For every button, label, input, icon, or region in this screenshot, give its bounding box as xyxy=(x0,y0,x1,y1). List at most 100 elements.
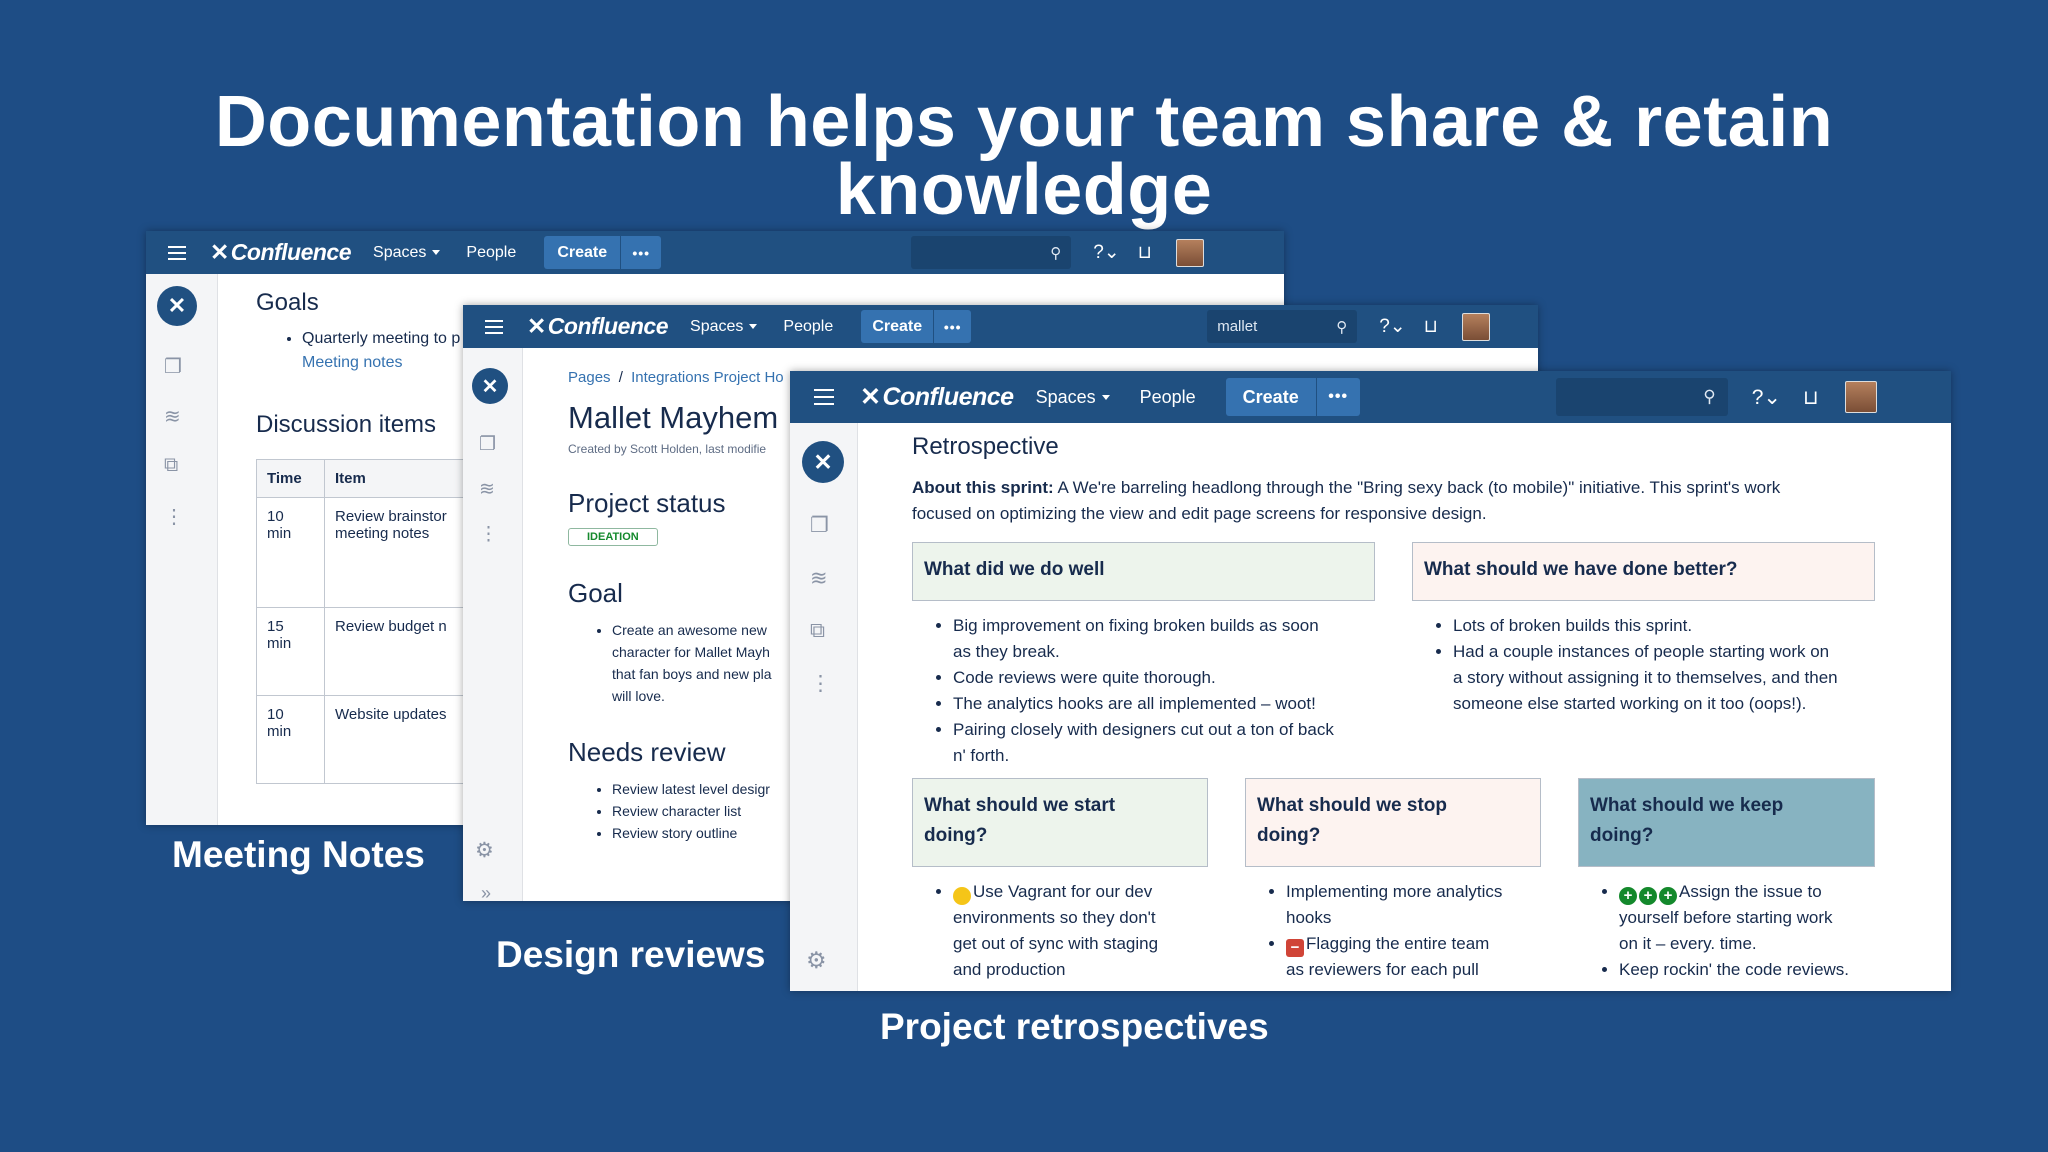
spaces-menu[interactable]: Spaces xyxy=(690,318,758,336)
chevron-down-icon xyxy=(749,324,758,329)
top-navbar: ✕ Confluence Spaces People Create ••• ⚲ ?… xyxy=(146,231,1284,274)
notifications-icon[interactable]: ⊔ xyxy=(1138,242,1152,263)
retrospective-window: ✕ Confluence Spaces People Create ••• ⚲ ?… xyxy=(790,371,1951,991)
people-link[interactable]: People xyxy=(466,244,516,262)
list-item: The analytics hooks are all implemented … xyxy=(953,691,1365,717)
list-item: Keep rockin' the code reviews. xyxy=(1619,957,1891,983)
pages-icon[interactable]: ❐ xyxy=(164,354,182,379)
list-item: Lots of broken builds this sprint. xyxy=(1453,613,1875,639)
create-button[interactable]: Create xyxy=(861,310,934,343)
about-sprint: About this sprint: A We're barreling hea… xyxy=(912,478,1781,523)
confluence-x-icon: ✕ xyxy=(860,383,881,411)
sidebar: ✕ ❐ ≋ ⧉ ⋮ ⚙ » xyxy=(790,423,858,991)
tree-icon[interactable]: ⋮ xyxy=(479,523,498,546)
slide-title-line2: knowledge xyxy=(835,150,1213,230)
page-title: Retrospective xyxy=(912,433,1059,460)
sidebar: ✕ ❐ ≋ ⋮ ⚙ » xyxy=(463,348,523,901)
space-logo-icon[interactable]: ✕ xyxy=(157,286,197,326)
breadcrumb-parent[interactable]: Integrations Project Ho xyxy=(631,369,784,386)
chevron-down-icon xyxy=(1101,394,1110,400)
confluence-logo[interactable]: ✕ Confluence xyxy=(860,382,1014,412)
table-header-item: Item xyxy=(324,459,485,498)
space-logo-icon[interactable]: ✕ xyxy=(802,441,844,483)
help-icon[interactable]: ?⌄ xyxy=(1093,241,1120,264)
discussion-table: Time Item 10 min Review brainstor meeting … xyxy=(256,459,485,784)
confluence-x-icon: ✕ xyxy=(527,313,546,339)
notifications-icon[interactable]: ⊔ xyxy=(1424,316,1438,337)
confluence-logo[interactable]: ✕ Confluence xyxy=(210,239,352,266)
blog-icon[interactable]: ≋ xyxy=(810,566,828,591)
settings-icon[interactable]: ⚙ xyxy=(475,838,494,863)
stop-doing-list: Implementing more analyticshooks −Flaggi… xyxy=(1268,879,1538,983)
help-icon[interactable]: ?⌄ xyxy=(1752,385,1781,410)
caption-project-retrospectives: Project retrospectives xyxy=(880,1006,1269,1047)
blog-icon[interactable]: ≋ xyxy=(479,478,495,501)
more-button[interactable]: ••• xyxy=(933,310,972,343)
confluence-logo[interactable]: ✕ Confluence xyxy=(527,313,669,340)
avatar[interactable] xyxy=(1844,381,1877,413)
menu-icon[interactable] xyxy=(168,245,186,260)
spaces-menu[interactable]: Spaces xyxy=(1036,387,1110,408)
pages-icon[interactable]: ❐ xyxy=(810,513,829,538)
plus-icon: + xyxy=(1619,887,1637,905)
list-item: Code reviews were quite thorough. xyxy=(953,665,1365,691)
stop-doing-panel: What should we stop doing? xyxy=(1245,778,1541,867)
blog-icon[interactable]: ≋ xyxy=(164,404,181,429)
done-better-panel: What should we have done better? xyxy=(1412,542,1875,601)
plus-icon: + xyxy=(1639,887,1657,905)
avatar[interactable] xyxy=(1461,312,1490,341)
pages-icon[interactable]: ❐ xyxy=(479,433,496,456)
breadcrumb-pages[interactable]: Pages xyxy=(568,369,611,386)
done-better-list: Lots of broken builds this sprint. Had a… xyxy=(1435,613,1875,717)
more-button[interactable]: ••• xyxy=(620,236,662,269)
caption-meeting-notes: Meeting Notes xyxy=(172,834,425,875)
keep-doing-panel: What should we keep doing? xyxy=(1578,778,1875,867)
start-doing-panel: What should we start doing? xyxy=(912,778,1208,867)
slide-title: Documentation helps your team share & re… xyxy=(0,82,2048,230)
list-item: Implementing more analyticshooks xyxy=(1286,879,1538,931)
list-item: Pairing closely with designers cut out a… xyxy=(953,717,1365,769)
create-button[interactable]: Create xyxy=(1225,378,1316,416)
table-header-time: Time xyxy=(256,459,325,498)
help-icon[interactable]: ?⌄ xyxy=(1379,315,1406,338)
menu-icon[interactable] xyxy=(485,319,503,334)
lightbulb-icon xyxy=(953,887,971,905)
avatar[interactable] xyxy=(1175,238,1204,267)
tree-icon[interactable]: ⋮ xyxy=(164,504,184,529)
notifications-icon[interactable]: ⊔ xyxy=(1803,385,1819,410)
list-item: −Flagging the entire teamas reviewers fo… xyxy=(1286,931,1538,983)
table-row: 10 min Website updates xyxy=(256,695,485,784)
caption-design-reviews: Design reviews xyxy=(496,934,766,975)
search-icon: ⚲ xyxy=(1336,318,1348,336)
shortcuts-icon[interactable]: ⧉ xyxy=(164,454,178,477)
settings-icon[interactable]: ⚙ xyxy=(806,947,827,974)
table-row: 10 min Review brainstor meeting notes xyxy=(256,497,485,608)
list-item: Had a couple instances of people startin… xyxy=(1453,639,1875,717)
people-link[interactable]: People xyxy=(783,318,833,336)
shortcuts-icon[interactable]: ⧉ xyxy=(810,619,825,643)
people-link[interactable]: People xyxy=(1140,387,1196,408)
spaces-menu[interactable]: Spaces xyxy=(373,244,441,262)
sidebar: ✕ ❐ ≋ ⧉ ⋮ ⚙ xyxy=(146,274,218,825)
list-item: +++Assign the issue toyourself before st… xyxy=(1619,879,1891,957)
start-doing-list: Use Vagrant for our devenvironments so t… xyxy=(935,879,1205,983)
table-header-row: Time Item xyxy=(256,459,485,498)
space-logo-icon[interactable]: ✕ xyxy=(472,368,508,404)
more-button[interactable]: ••• xyxy=(1315,378,1360,416)
plus-icon: + xyxy=(1659,887,1677,905)
list-item: Big improvement on fixing broken builds … xyxy=(953,613,1365,665)
menu-icon[interactable] xyxy=(814,389,834,405)
search-icon: ⚲ xyxy=(1703,387,1716,406)
retro-content: Retrospective About this sprint: A We're… xyxy=(912,433,1932,527)
expand-icon[interactable]: » xyxy=(481,883,491,901)
minus-icon: − xyxy=(1286,939,1304,957)
search-input[interactable]: ⚲ xyxy=(911,236,1072,269)
table-row: 15 min Review budget n xyxy=(256,607,485,696)
slide-title-line1: Documentation helps your team share & re… xyxy=(214,82,1834,162)
search-input[interactable]: ⚲ xyxy=(1555,378,1728,416)
tree-icon[interactable]: ⋮ xyxy=(810,671,831,696)
create-button[interactable]: Create xyxy=(544,236,621,269)
keep-doing-list: +++Assign the issue toyourself before st… xyxy=(1601,879,1891,983)
meeting-notes-link[interactable]: Meeting notes xyxy=(302,354,403,371)
search-input[interactable]: mallet ⚲ xyxy=(1207,310,1358,343)
